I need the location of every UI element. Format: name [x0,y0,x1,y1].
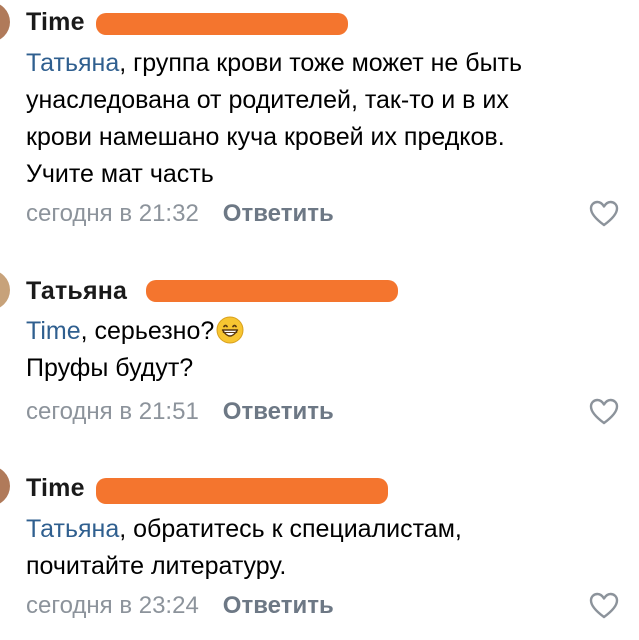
timestamp: сегодня в 23:24 [26,592,199,619]
comment-text: Татьяна, группа крови тоже может не быть… [26,45,626,193]
avatar[interactable] [0,270,10,310]
heart-outline-icon[interactable] [589,398,619,426]
avatar[interactable] [0,2,10,42]
mention-link[interactable]: Татьяна [26,515,119,543]
redaction-mark [146,280,398,302]
grinning-face-icon [216,316,244,344]
text-line: крови намешано куча кровей их предков. [26,123,505,151]
mention-link[interactable]: Time [26,317,81,345]
text-line: унаследована от родителей, так-то и в их [26,86,509,114]
comment-meta: сегодня в 23:24 Ответить [26,590,334,622]
heart-outline-icon[interactable] [589,592,619,620]
comment-meta: сегодня в 21:32 Ответить [26,198,334,230]
text-line: Time, серьезно? [26,313,626,350]
author-name[interactable]: Time [26,8,85,37]
text-line: Татьяна, обратитесь к специалистам, [26,515,462,543]
text-line: Пруфы будут? [26,354,194,382]
comment-header: Time [26,6,85,38]
author-name[interactable]: Time [26,474,85,503]
reply-button[interactable]: Ответить [223,398,334,426]
reply-button[interactable]: Ответить [223,592,334,620]
timestamp: сегодня в 21:32 [26,200,199,227]
redaction-mark [96,478,388,504]
comment-meta: сегодня в 21:51 Ответить [26,396,334,428]
avatar[interactable] [0,466,10,506]
reply-button[interactable]: Ответить [223,200,334,228]
heart-outline-icon[interactable] [589,200,619,228]
comment-text: Time, серьезно? Пруфы будут? [26,313,626,387]
text-line: почитайте литературу. [26,552,287,580]
timestamp: сегодня в 21:51 [26,398,199,425]
text-line: Учите мат часть [26,160,214,188]
comment-header: Татьяна [26,275,127,307]
author-name[interactable]: Татьяна [26,277,127,306]
comment-text: Татьяна, обратитесь к специалистам, почи… [26,511,626,585]
mention-link[interactable]: Татьяна [26,49,119,77]
redaction-mark [96,13,348,35]
text-line: Татьяна, группа крови тоже может не быть [26,49,523,77]
comment-header: Time [26,472,85,504]
